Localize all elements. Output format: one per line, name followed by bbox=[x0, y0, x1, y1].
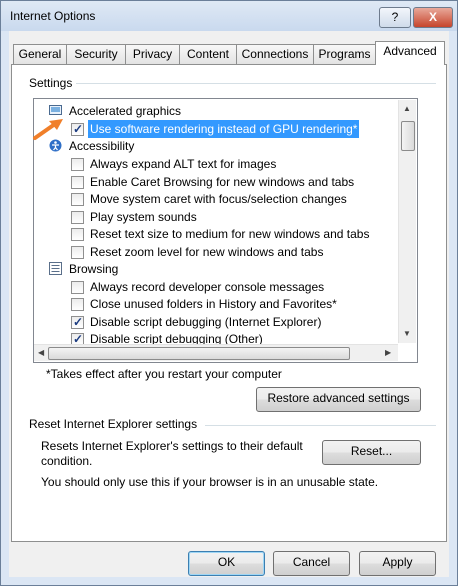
reset-group-line bbox=[205, 425, 436, 426]
category-label: Browsing bbox=[69, 262, 119, 276]
annotation-arrow-icon bbox=[33, 119, 63, 140]
vertical-scrollbar[interactable]: ▲ ▼ bbox=[398, 100, 416, 343]
settings-group-line bbox=[76, 83, 436, 84]
tab-privacy[interactable]: Privacy bbox=[125, 44, 180, 64]
setting-label: Enable Caret Browsing for new windows an… bbox=[90, 175, 355, 189]
scroll-left-icon[interactable]: ◀ bbox=[38, 348, 44, 357]
reset-button[interactable]: Reset... bbox=[322, 440, 421, 465]
tab-general[interactable]: General bbox=[13, 44, 67, 64]
reset-description-line1: Resets Internet Explorer's settings to t… bbox=[41, 439, 303, 453]
setting-label: Reset zoom level for new windows and tab… bbox=[90, 245, 324, 259]
close-button[interactable]: X bbox=[413, 7, 453, 28]
title-bar[interactable]: Internet Options ? X bbox=[1, 1, 457, 31]
setting-label: Reset text size to medium for new window… bbox=[90, 227, 370, 241]
category-label: Accessibility bbox=[69, 139, 135, 153]
browsing-icon bbox=[49, 262, 62, 275]
vertical-scroll-thumb[interactable] bbox=[401, 121, 415, 151]
window-title: Internet Options bbox=[10, 9, 96, 23]
setting-label: Always expand ALT text for images bbox=[90, 157, 277, 171]
apply-button[interactable]: Apply bbox=[359, 551, 436, 576]
settings-tree-list[interactable]: Accelerated graphics Use software render… bbox=[33, 98, 418, 363]
setting-label: Disable script debugging (Internet Explo… bbox=[90, 315, 322, 329]
checkbox[interactable] bbox=[71, 211, 84, 224]
tab-content[interactable]: Content bbox=[179, 44, 237, 64]
checkbox[interactable] bbox=[71, 228, 84, 241]
setting-label: Close unused folders in History and Favo… bbox=[90, 297, 337, 311]
internet-options-window: Internet Options ? X General Security Pr… bbox=[0, 0, 458, 586]
setting-label: Always record developer console messages bbox=[90, 280, 325, 294]
checkbox[interactable] bbox=[71, 246, 84, 259]
checkbox[interactable] bbox=[71, 176, 84, 189]
ok-button[interactable]: OK bbox=[188, 551, 265, 576]
checkbox[interactable] bbox=[71, 120, 84, 138]
restart-footnote: *Takes effect after you restart your com… bbox=[46, 367, 282, 381]
tab-advanced[interactable]: Advanced bbox=[375, 41, 445, 65]
tab-security[interactable]: Security bbox=[66, 44, 126, 64]
reset-group-label: Reset Internet Explorer settings bbox=[27, 417, 200, 431]
setting-label: Play system sounds bbox=[90, 210, 197, 224]
setting-label: Use software rendering instead of GPU re… bbox=[88, 120, 360, 138]
help-button[interactable]: ? bbox=[379, 7, 411, 28]
checkbox[interactable] bbox=[71, 158, 84, 171]
scroll-down-icon[interactable]: ▼ bbox=[403, 329, 411, 338]
cancel-button[interactable]: Cancel bbox=[273, 551, 350, 576]
horizontal-scrollbar[interactable]: ◀ ▶ bbox=[34, 344, 398, 361]
tab-programs[interactable]: Programs bbox=[313, 44, 376, 64]
restore-advanced-settings-button[interactable]: Restore advanced settings bbox=[256, 387, 421, 412]
tab-connections[interactable]: Connections bbox=[236, 44, 314, 64]
reset-warning: You should only use this if your browser… bbox=[41, 475, 379, 489]
checkbox[interactable] bbox=[71, 281, 84, 294]
checkbox[interactable] bbox=[71, 313, 84, 331]
category-label: Accelerated graphics bbox=[69, 104, 182, 118]
settings-group-label: Settings bbox=[27, 76, 75, 90]
reset-description-line2: condition. bbox=[41, 454, 93, 468]
scroll-right-icon[interactable]: ▶ bbox=[385, 348, 391, 357]
checkbox[interactable] bbox=[71, 193, 84, 206]
setting-label: Move system caret with focus/selection c… bbox=[90, 192, 347, 206]
scroll-up-icon[interactable]: ▲ bbox=[403, 104, 411, 113]
horizontal-scroll-thumb[interactable] bbox=[48, 347, 350, 360]
checkbox[interactable] bbox=[71, 298, 84, 311]
